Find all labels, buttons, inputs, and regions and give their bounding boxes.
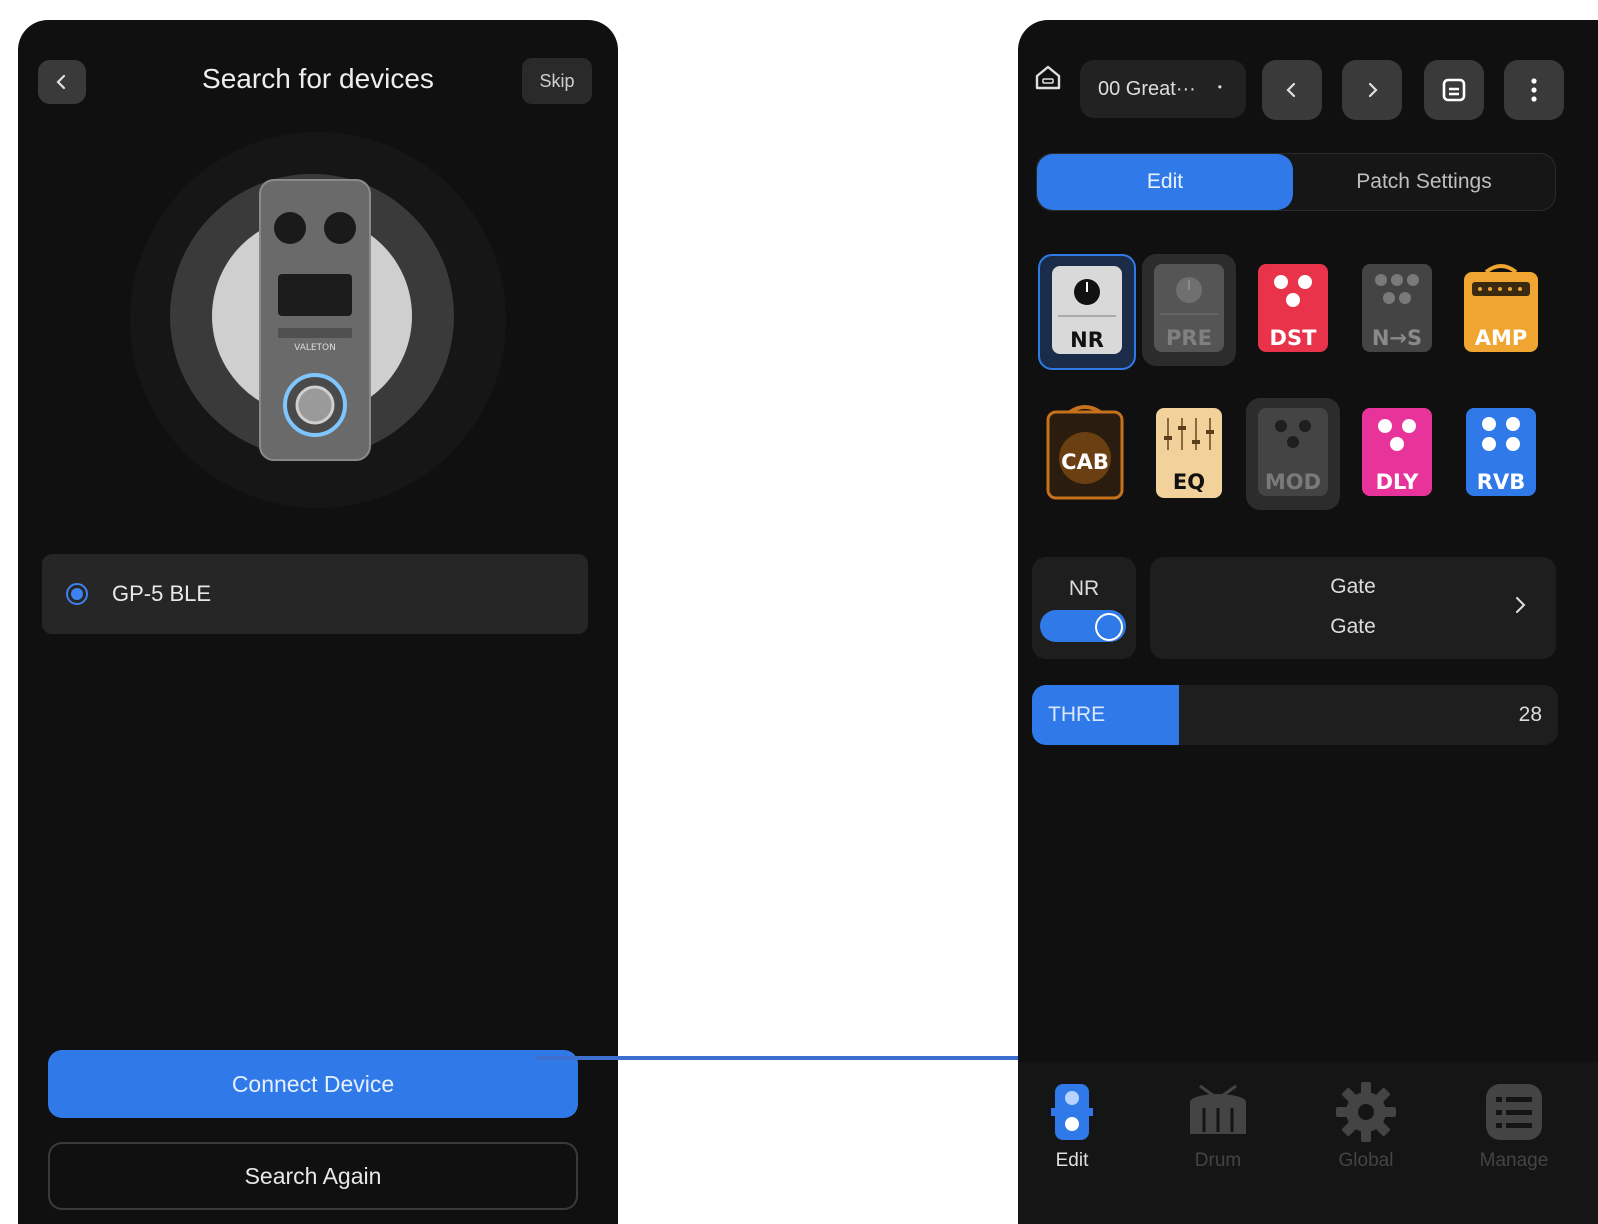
effect-block-pre[interactable]: PRE [1142,254,1236,366]
connect-device-button[interactable]: Connect Device [48,1050,578,1118]
effect-block-dly[interactable]: DLY [1350,398,1444,510]
gear-icon [1336,1082,1396,1142]
device-list-item[interactable]: GP-5 BLE [42,554,588,634]
module-toggle-card: NR [1032,557,1136,659]
tab-patch-settings[interactable]: Patch Settings [1293,154,1555,210]
effect-label: PRE [1166,326,1212,350]
effect-block-rvb[interactable]: RVB [1454,398,1548,510]
parameter-value: 28 [1518,703,1542,726]
next-patch-button[interactable] [1342,60,1402,120]
nav-label: Manage [1479,1150,1549,1171]
nav-label: Global [1338,1150,1394,1171]
nav-item-edit[interactable]: Edit [1018,1080,1132,1190]
effect-block-ns[interactable]: N→S [1350,254,1444,366]
device-illustration: VALETON [130,132,506,508]
pedal-icon [1051,1084,1093,1140]
effect-label: DLY [1375,470,1419,494]
module-type-category: Gate [1330,575,1376,598]
home-button[interactable] [1028,57,1068,97]
device-radio[interactable] [66,583,88,605]
more-vertical-icon [1531,78,1537,102]
list-icon [1486,1084,1542,1140]
effect-label: NR [1070,328,1104,352]
nav-item-manage[interactable]: Manage [1454,1080,1574,1190]
bottom-navigation: Edit Drum Global Manage [1018,1062,1598,1224]
skip-button[interactable]: Skip [522,58,592,104]
patch-selector[interactable]: 00 Great··· • [1080,60,1246,118]
effect-block-amp[interactable]: AMP [1454,254,1548,366]
chevron-left-icon [1286,82,1296,98]
nav-item-global[interactable]: Global [1306,1080,1426,1190]
svg-text:VALETON: VALETON [294,343,336,353]
effect-block-cab[interactable]: CAB [1038,398,1132,510]
module-enable-toggle[interactable] [1040,610,1126,642]
previous-patch-button[interactable] [1262,60,1322,120]
nav-item-drum[interactable]: Drum [1158,1080,1278,1190]
effect-label: EQ [1172,470,1206,494]
save-icon [1442,78,1466,102]
search-again-button[interactable]: Search Again [48,1142,578,1210]
drum-icon [1190,1084,1246,1134]
effect-block-eq[interactable]: EQ [1142,398,1236,510]
home-device-icon [1035,65,1061,90]
parameter-name: THRE [1048,703,1106,726]
nav-label: Drum [1194,1150,1242,1171]
effect-label: RVB [1476,470,1526,494]
module-type-selector[interactable]: Gate Gate [1150,557,1556,659]
edit-tabs: Edit Patch Settings [1036,153,1556,211]
effect-block-nr[interactable]: NR [1038,254,1136,370]
effect-block-mod[interactable]: MOD [1246,398,1340,510]
patch-modified-dot: • [1217,80,1222,94]
editor-screen: 00 Great··· • Edit Patch Settings NR PRE… [1018,20,1598,1224]
effect-label: CAB [1061,450,1109,474]
save-button[interactable] [1424,60,1484,120]
module-name: NR [1068,577,1100,600]
nav-label: Edit [1055,1150,1089,1171]
effect-block-dst[interactable]: DST [1246,254,1340,366]
module-type-model: Gate [1330,615,1376,638]
chevron-right-icon [1368,82,1378,98]
search-devices-screen: Search for devices Skip VALETON GP-5 BLE… [18,20,618,1224]
chevron-right-icon [1516,597,1526,613]
more-menu-button[interactable] [1504,60,1564,120]
parameter-slider[interactable]: THRE 28 [1032,685,1558,745]
tab-edit[interactable]: Edit [1037,154,1293,210]
effect-label: MOD [1264,470,1322,494]
effect-label: DST [1269,326,1317,350]
patch-name: 00 Great··· [1098,77,1196,100]
device-name: GP-5 BLE [112,581,212,606]
effect-label: N→S [1371,326,1423,350]
effect-label: AMP [1474,326,1528,350]
